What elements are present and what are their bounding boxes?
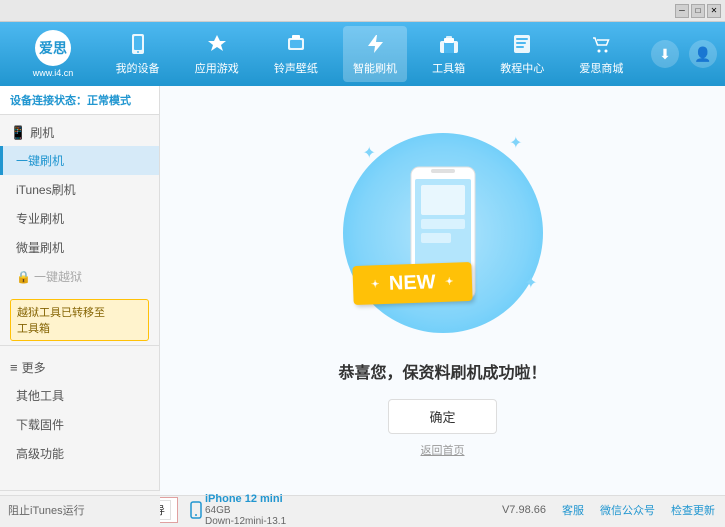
nav-toolbox[interactable]: 工具箱 [422,26,475,82]
itunes-button[interactable]: 阻止iTunes运行 [8,502,85,518]
more-section-header: ≡ 更多 [0,354,159,381]
sparkle-bottom-right: ✦ [524,273,537,293]
sidebar-item-advanced[interactable]: 高级功能 [0,439,159,468]
title-bar: ─ □ ✕ [0,0,725,22]
nav-tutorials-label: 教程中心 [500,60,544,76]
device-small-icon [190,501,202,519]
logo-text: www.i4.cn [33,68,74,78]
maximize-button[interactable]: □ [691,4,705,18]
download-button[interactable]: ⬇ [651,40,679,68]
sidebar-item-pro-flash[interactable]: 专业刷机 [0,204,159,233]
nav-smart-flash[interactable]: 智能刷机 [343,26,407,82]
wechat-link[interactable]: 微信公众号 [600,502,655,518]
device-ios: Down-12mini-13.1 [205,516,286,527]
back-home-link[interactable]: 返回首页 [421,442,465,458]
close-button[interactable]: ✕ [707,4,721,18]
nav-apps-label: 应用游戏 [195,60,239,76]
logo-area: 爱思 www.i4.cn [8,30,98,78]
top-nav: 爱思 www.i4.cn 我的设备 应用游戏 [0,22,725,86]
nav-my-device-label: 我的设备 [116,60,160,76]
main-area: 设备连接状态：正常模式 📱 刷机 一键刷机 iTunes刷机 专业刷机 微量刷机… [0,86,725,495]
nav-shop[interactable]: 爱思商城 [569,26,633,82]
device-storage: 64GB [205,505,286,516]
itunes-bottom: 阻止iTunes运行 [0,495,160,523]
nav-toolbox-label: 工具箱 [432,60,465,76]
my-device-icon [126,32,150,56]
nav-apps-games[interactable]: 应用游戏 [185,26,249,82]
nav-ringtones-label: 铃声壁纸 [274,60,318,76]
sidebar-item-micro-flash[interactable]: 微量刷机 [0,233,159,262]
sidebar-item-other-tools[interactable]: 其他工具 [0,381,159,410]
toolbox-icon [437,32,461,56]
device-info-area: iPhone 12 mini 64GB Down-12mini-13.1 [190,493,286,527]
minimize-button[interactable]: ─ [675,4,689,18]
nav-smart-flash-label: 智能刷机 [353,60,397,76]
flash-section-header: 📱 刷机 [0,119,159,146]
sidebar: 设备连接状态：正常模式 📱 刷机 一键刷机 iTunes刷机 专业刷机 微量刷机… [0,86,160,495]
smart-flash-icon [363,32,387,56]
window-controls[interactable]: ─ □ ✕ [675,4,721,18]
more-section-icon: ≡ [10,360,18,375]
bottom-right: V7.98.66 客服 微信公众号 检查更新 [502,502,715,518]
apps-games-icon [205,32,229,56]
logo-icon: 爱思 [35,30,71,66]
ringtones-icon [284,32,308,56]
sidebar-item-itunes-flash[interactable]: iTunes刷机 [0,175,159,204]
version-label: V7.98.66 [502,504,546,516]
sidebar-divider [0,345,159,346]
content-area: ✦ ✦ ✦ NEW 恭喜您，保资料刷机成功啦！ 确定 返回首页 [160,86,725,495]
nav-my-device[interactable]: 我的设备 [106,26,170,82]
nav-right-buttons: ⬇ 👤 [651,40,717,68]
check-update-link[interactable]: 检查更新 [671,502,715,518]
sparkle-top-left: ✦ [363,143,376,163]
nav-items: 我的设备 应用游戏 铃声壁纸 [98,26,641,82]
connection-status: 设备连接状态：正常模式 [0,86,159,115]
flash-section-icon: 📱 [10,125,26,141]
nav-tutorials[interactable]: 教程中心 [490,26,554,82]
tutorials-icon [510,32,534,56]
sidebar-item-jailbreak: 🔒 一键越狱 [0,262,159,291]
sidebar-item-download-firmware[interactable]: 下载固件 [0,410,159,439]
customer-service-link[interactable]: 客服 [562,502,584,518]
sidebar-item-one-key-flash[interactable]: 一键刷机 [0,146,159,175]
sparkle-top-right: ✦ [509,133,522,153]
shop-icon [589,32,613,56]
device-info: iPhone 12 mini 64GB Down-12mini-13.1 [205,493,286,527]
success-text: 恭喜您，保资料刷机成功啦！ [338,359,546,383]
nav-shop-label: 爱思商城 [579,60,623,76]
jailbreak-notice: 越狱工具已转移至工具箱 [10,299,149,341]
user-button[interactable]: 👤 [689,40,717,68]
nav-ringtones[interactable]: 铃声壁纸 [264,26,328,82]
flash-section: 📱 刷机 一键刷机 iTunes刷机 专业刷机 微量刷机 🔒 一键越狱 [0,115,159,295]
confirm-button[interactable]: 确定 [388,399,496,434]
more-section: ≡ 更多 其他工具 下载固件 高级功能 [0,350,159,472]
new-badge: NEW [352,262,472,305]
device-name: iPhone 12 mini [205,493,286,505]
success-illustration: ✦ ✦ ✦ NEW [333,123,553,343]
